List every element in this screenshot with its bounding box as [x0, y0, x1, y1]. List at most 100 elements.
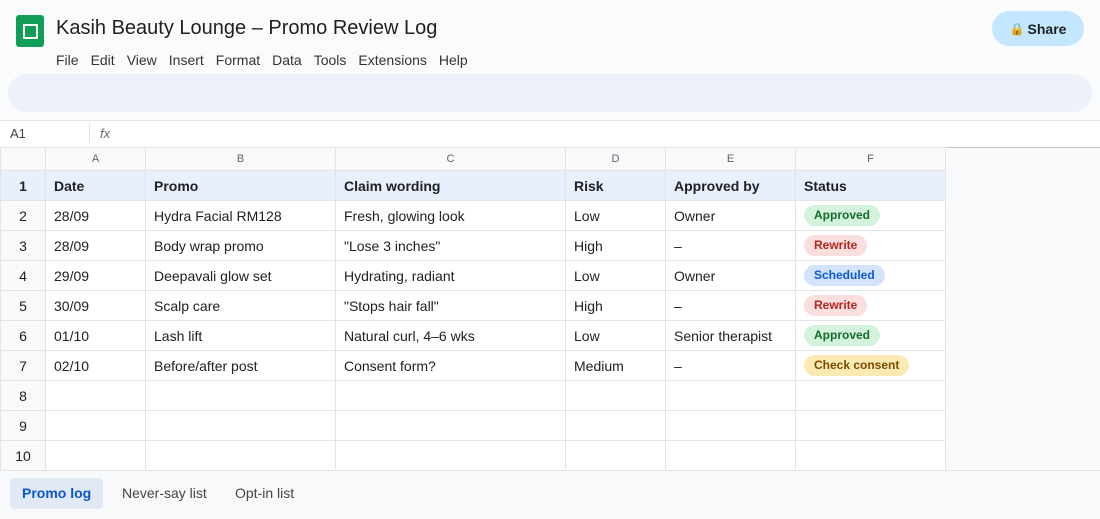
tab-never-say-list[interactable]: Never-say list	[110, 478, 219, 509]
claim-cell[interactable]: "Stops hair fall"	[335, 290, 566, 321]
empty-cell[interactable]	[665, 410, 796, 441]
name-box[interactable]: A1	[10, 126, 26, 141]
column-header-c[interactable]: C	[335, 147, 566, 171]
empty-cell[interactable]	[45, 410, 146, 441]
header-cell-date[interactable]: Date	[45, 170, 146, 201]
empty-cell[interactable]	[145, 380, 336, 411]
risk-cell[interactable]: High	[565, 230, 666, 261]
status-cell[interactable]: Rewrite	[795, 290, 946, 321]
menu-view[interactable]: View	[121, 52, 163, 69]
date-cell[interactable]: 01/10	[45, 320, 146, 351]
row-number[interactable]: 1	[0, 170, 46, 201]
empty-cell[interactable]	[565, 410, 666, 441]
menu-data[interactable]: Data	[266, 52, 308, 69]
column-header-e[interactable]: E	[665, 147, 796, 171]
empty-cell[interactable]	[795, 410, 946, 441]
promo-cell[interactable]: Body wrap promo	[145, 230, 336, 261]
promo-cell[interactable]: Lash lift	[145, 320, 336, 351]
row-number[interactable]: 5	[0, 290, 46, 321]
row-number[interactable]: 2	[0, 200, 46, 231]
toolbar[interactable]	[8, 74, 1092, 112]
header-cell-risk[interactable]: Risk	[565, 170, 666, 201]
claim-cell[interactable]: Fresh, glowing look	[335, 200, 566, 231]
select-all-corner[interactable]	[0, 147, 46, 171]
menu-help[interactable]: Help	[433, 52, 474, 69]
row-number[interactable]: 4	[0, 260, 46, 291]
empty-cell[interactable]	[795, 380, 946, 411]
approved-by-cell[interactable]: Owner	[665, 200, 796, 231]
menu-format[interactable]: Format	[210, 52, 266, 69]
table-row: 6 01/10 Lash lift Natural curl, 4–6 wks Low S…	[0, 320, 946, 351]
risk-cell[interactable]: High	[565, 290, 666, 321]
date-cell[interactable]: 30/09	[45, 290, 146, 321]
empty-cell[interactable]	[335, 440, 566, 471]
tab-opt-in-list[interactable]: Opt-in list	[223, 478, 306, 509]
menu-insert[interactable]: Insert	[163, 52, 210, 69]
empty-cell[interactable]	[795, 440, 946, 471]
header-cell-status[interactable]: Status	[795, 170, 946, 201]
sheets-logo-icon[interactable]	[16, 15, 44, 47]
status-cell[interactable]: Rewrite	[795, 230, 946, 261]
promo-cell[interactable]: Before/after post	[145, 350, 336, 381]
claim-cell[interactable]: Consent form?	[335, 350, 566, 381]
empty-cell[interactable]	[335, 380, 566, 411]
menu-tools[interactable]: Tools	[308, 52, 353, 69]
date-cell[interactable]: 02/10	[45, 350, 146, 381]
row-number[interactable]: 7	[0, 350, 46, 381]
risk-cell[interactable]: Medium	[565, 350, 666, 381]
status-cell[interactable]: Scheduled	[795, 260, 946, 291]
empty-cell[interactable]	[665, 380, 796, 411]
column-header-a[interactable]: A	[45, 147, 146, 171]
tab-promo-log[interactable]: Promo log	[10, 478, 104, 509]
column-header-b[interactable]: B	[145, 147, 336, 171]
menu-file[interactable]: File	[56, 52, 85, 69]
approved-by-cell[interactable]: –	[665, 230, 796, 261]
empty-cell[interactable]	[565, 440, 666, 471]
risk-cell[interactable]: Low	[565, 260, 666, 291]
column-header-f[interactable]: F	[795, 147, 946, 171]
empty-cell[interactable]	[335, 410, 566, 441]
approved-by-cell[interactable]: –	[665, 290, 796, 321]
header-cell-claim[interactable]: Claim wording	[335, 170, 566, 201]
menu-extensions[interactable]: Extensions	[352, 52, 432, 69]
status-cell[interactable]: Check consent	[795, 350, 946, 381]
row-number[interactable]: 10	[0, 440, 46, 471]
share-button[interactable]: 🔒 Share	[992, 11, 1084, 46]
row-number[interactable]: 6	[0, 320, 46, 351]
empty-cell[interactable]	[45, 380, 146, 411]
claim-cell[interactable]: Hydrating, radiant	[335, 260, 566, 291]
risk-cell[interactable]: Low	[565, 320, 666, 351]
status-cell[interactable]: Approved	[795, 320, 946, 351]
date-cell[interactable]: 28/09	[45, 230, 146, 261]
approved-by-cell[interactable]: Senior therapist	[665, 320, 796, 351]
promo-cell[interactable]: Hydra Facial RM128	[145, 200, 336, 231]
approved-by-cell[interactable]: –	[665, 350, 796, 381]
table-row: 5 30/09 Scalp care "Stops hair fall" High – Re…	[0, 290, 946, 321]
menu-edit[interactable]: Edit	[85, 52, 121, 69]
empty-cell[interactable]	[45, 440, 146, 471]
empty-cell[interactable]	[145, 410, 336, 441]
header-cell-promo[interactable]: Promo	[145, 170, 336, 201]
promo-cell[interactable]: Deepavali glow set	[145, 260, 336, 291]
column-header-d[interactable]: D	[565, 147, 666, 171]
risk-cell[interactable]: Low	[565, 200, 666, 231]
empty-cell[interactable]	[145, 440, 336, 471]
empty-cell[interactable]	[665, 440, 796, 471]
claim-cell[interactable]: "Lose 3 inches"	[335, 230, 566, 261]
approved-by-cell[interactable]: Owner	[665, 260, 796, 291]
spreadsheet-grid: A B C D E F 1 Date Promo Claim wording R…	[0, 147, 946, 471]
date-cell[interactable]: 29/09	[45, 260, 146, 291]
empty-cell[interactable]	[565, 380, 666, 411]
row-number[interactable]: 8	[0, 380, 46, 411]
row-number[interactable]: 9	[0, 410, 46, 441]
document-title[interactable]: Kasih Beauty Lounge – Promo Review Log	[56, 17, 437, 40]
header-cell-approved-by[interactable]: Approved by	[665, 170, 796, 201]
claim-cell[interactable]: Natural curl, 4–6 wks	[335, 320, 566, 351]
promo-cell[interactable]: Scalp care	[145, 290, 336, 321]
table-row: 7 02/10 Before/after post Consent form? Medi…	[0, 350, 946, 381]
date-cell[interactable]: 28/09	[45, 200, 146, 231]
row-number[interactable]: 3	[0, 230, 46, 261]
status-badge: Rewrite	[804, 235, 868, 256]
empty-row: 9	[0, 410, 946, 441]
status-cell[interactable]: Approved	[795, 200, 946, 231]
